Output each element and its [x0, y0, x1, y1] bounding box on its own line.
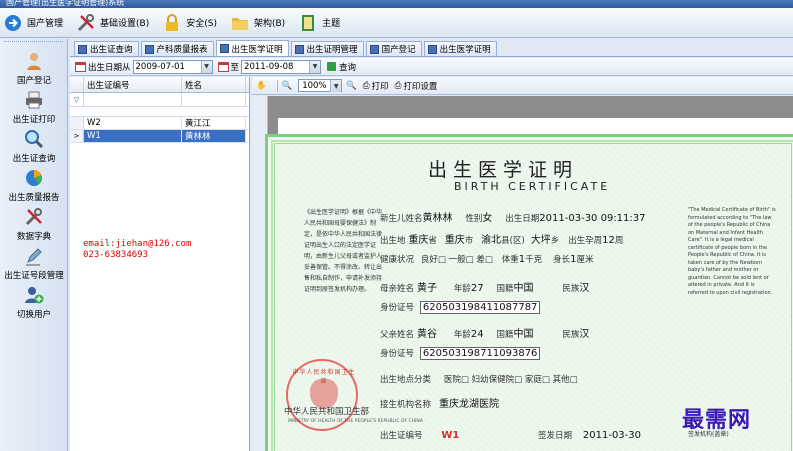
- cell-cert-no[interactable]: W1: [84, 130, 182, 142]
- cell-cert-no[interactable]: W2: [84, 117, 182, 129]
- chevron-down-icon[interactable]: ▼: [309, 60, 321, 73]
- arrow-circle-icon: [2, 12, 24, 34]
- date-to-label: 至: [230, 62, 240, 73]
- tab-cert-query[interactable]: 出生证查询: [74, 41, 139, 56]
- print-setup-button[interactable]: ⎙ 打印设置: [395, 80, 438, 92]
- site-watermark: 最需网: [682, 407, 752, 433]
- tab-icon: [427, 44, 437, 54]
- print-button[interactable]: ⎙ 打印: [363, 80, 389, 92]
- tab-icon: [219, 44, 229, 53]
- padlock-icon: [161, 12, 183, 34]
- mother-name: 黄子: [417, 283, 438, 294]
- folder-icon: [229, 12, 251, 34]
- date-from-picker[interactable]: 2009-07-01 ▼: [132, 59, 213, 74]
- document-tabs: 出生证查询 产科质量报表 出生医学证明 出生证明管理 国产登记 出生医学证明: [70, 40, 793, 57]
- column-header-cert-no[interactable]: 出生证编号: [84, 77, 182, 92]
- theme-book-icon: [297, 12, 319, 34]
- issue-date: 2011-03-30: [582, 430, 642, 441]
- calendar-icon: [75, 61, 86, 72]
- certificate-title: 出生医学证明: [428, 159, 579, 181]
- newborn-sex: 女: [482, 213, 493, 224]
- sidebar-grip[interactable]: [4, 41, 63, 47]
- tab-icon: [78, 44, 87, 54]
- chevron-down-icon[interactable]: ▼: [200, 60, 212, 73]
- sidebar-item-cert-query[interactable]: 出生证查询: [0, 127, 68, 164]
- toolbar-architecture-button[interactable]: 架构(B): [229, 10, 285, 36]
- birth-time: 2011-03-30 09:11:37: [539, 213, 646, 224]
- printer-icon: [21, 88, 47, 112]
- filter-icon[interactable]: ▽: [70, 93, 84, 106]
- contact-phone: 023-63834693: [83, 250, 149, 260]
- father-id: 620503198711093876: [419, 347, 541, 360]
- father-name: 黄谷: [417, 329, 438, 340]
- window-title: 国产管理(出生医学证明管理)系统: [6, 0, 125, 7]
- tools-icon: [75, 12, 97, 34]
- sidebar-item-cert-number-management[interactable]: 出生证号段管理: [0, 244, 68, 281]
- certificate-title-en: BIRTH CERTIFICATE: [454, 180, 611, 193]
- tab-icon: [369, 44, 379, 54]
- mother-id: 620503198411087787: [419, 301, 541, 314]
- table-row[interactable]: W2 黄江江: [70, 117, 249, 130]
- sidebar-item-cert-print[interactable]: 出生证打印: [0, 88, 68, 125]
- row-indicator: [70, 117, 84, 129]
- tab-icon: [144, 44, 154, 54]
- contact-email: email:jiehan@126.com: [83, 239, 192, 249]
- baby-icon: [21, 49, 47, 73]
- printer-icon: ⎙: [362, 80, 370, 91]
- tab-cert-management[interactable]: 出生证明管理: [290, 41, 364, 56]
- date-to-picker[interactable]: 2011-09-08 ▼: [241, 59, 322, 74]
- filter-cell-cert-no[interactable]: [84, 93, 182, 106]
- certificate-left-notice: 《出生医学证明》根据《中华人民共和国母婴保健法》制定，是依中华人民共和国法律证明…: [304, 209, 383, 293]
- cell-name[interactable]: 黄林林: [182, 130, 246, 142]
- window-title-bar[interactable]: 国产管理(出生医学证明管理)系统: [0, 0, 793, 8]
- certificate-grid: 出生证编号 姓名 ▽ W2 黄江江 > W1 黄林林 email:jiehan@…: [70, 77, 250, 451]
- print-setup-icon: ⎙: [394, 80, 402, 91]
- zoom-out-icon[interactable]: 🔍: [346, 81, 357, 91]
- user-add-icon: [21, 283, 47, 307]
- sidebar-item-guochan-register[interactable]: 国产登记: [0, 49, 68, 86]
- query-icon: [327, 62, 337, 71]
- sidebar-item-switch-user[interactable]: 切换用户: [0, 283, 68, 320]
- grid-filter-row: ▽: [70, 93, 249, 107]
- cell-name[interactable]: 黄江江: [182, 117, 246, 129]
- tab-quality-report[interactable]: 产科质量报表: [140, 41, 214, 56]
- zoom-select[interactable]: 100% ▼: [298, 79, 343, 92]
- report-viewer-toolbar: ✋ 🔍 100% ▼ 🔍 ⎙ 打印 ⎙ 打印设置: [252, 77, 793, 95]
- tab-birth-certificate[interactable]: 出生医学证明: [215, 40, 289, 56]
- magnifier-icon: [21, 127, 47, 151]
- agency-name: 重庆龙湖医院: [439, 399, 500, 410]
- tools-icon: [21, 205, 47, 229]
- ministry-name: 中华人民共和国卫生部: [284, 407, 370, 417]
- tab-icon: [294, 44, 304, 54]
- tab-guochan-register[interactable]: 国产登记: [365, 41, 422, 56]
- pan-hand-icon[interactable]: ✋: [256, 81, 267, 91]
- chevron-down-icon[interactable]: ▼: [330, 80, 342, 92]
- left-sidebar: 国产登记 出生证打印 出生证查询 出生质量报告 数据字典 出生证号段管理 切换用…: [0, 39, 68, 451]
- toolbar-security-button[interactable]: 安全(S): [161, 10, 217, 36]
- sidebar-item-quality-report[interactable]: 出生质量报告: [0, 166, 68, 203]
- table-row-selected[interactable]: > W1 黄林林: [70, 130, 249, 143]
- tab-birth-certificate-2[interactable]: 出生医学证明: [423, 41, 497, 56]
- ministry-name-en: MINISTRY OF HEALTH OF THE PEOPLE'S REPUB…: [288, 419, 423, 424]
- certificate-right-notice: "The Medical Certificate of Birth" is fo…: [688, 207, 776, 296]
- date-from-label: 出生日期从: [88, 62, 131, 73]
- row-indicator: >: [70, 130, 84, 142]
- filter-bar: 出生日期从 2009-07-01 ▼ 至 2011-09-08 ▼ 查询: [70, 58, 793, 76]
- toolbar-basic-settings-button[interactable]: 基础设置(B): [75, 10, 149, 36]
- main-toolbar: 国产管理 基础设置(B) 安全(S) 架构(B) 主题: [0, 8, 793, 38]
- cert-number: W1: [441, 430, 460, 441]
- column-header-name[interactable]: 姓名: [182, 77, 246, 92]
- toolbar-theme-button[interactable]: 主题: [297, 10, 340, 36]
- calendar-icon: [217, 61, 229, 72]
- filter-cell-name[interactable]: [182, 93, 246, 106]
- contact-info: email:jiehan@126.com 023-63834693: [83, 239, 191, 261]
- newborn-name: 黄林林: [422, 213, 453, 224]
- sidebar-item-data-dictionary[interactable]: 数据字典: [0, 205, 68, 242]
- query-button[interactable]: 查询: [327, 61, 356, 73]
- pen-icon: [21, 244, 47, 268]
- pie-chart-icon: [21, 166, 47, 190]
- zoom-in-icon[interactable]: 🔍: [282, 81, 293, 91]
- grid-header: 出生证编号 姓名: [70, 77, 249, 93]
- toolbar-guochan-button[interactable]: 国产管理: [2, 10, 63, 36]
